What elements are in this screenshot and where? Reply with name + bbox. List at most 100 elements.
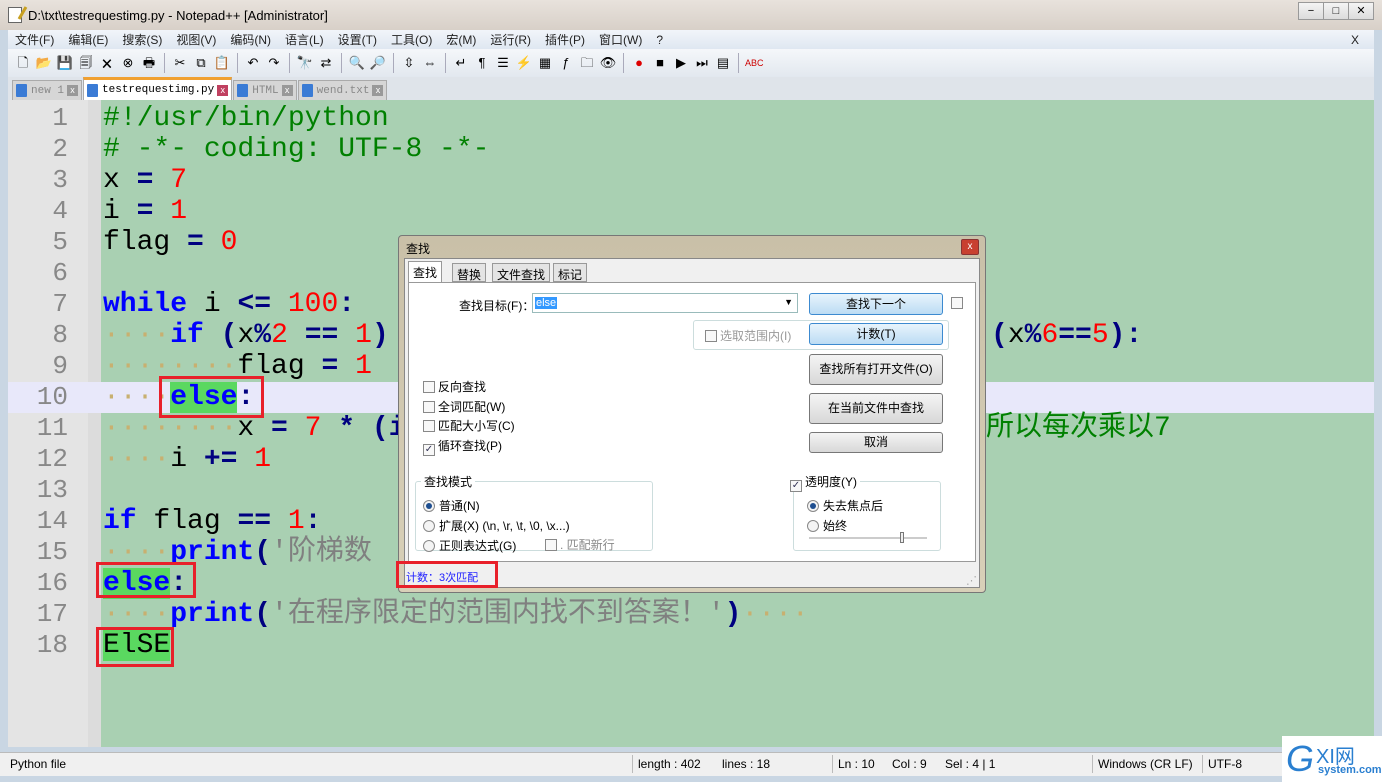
transparency-mode-1[interactable]: 始终 — [807, 517, 847, 534]
menu-item[interactable]: 编辑(E) — [61, 31, 115, 48]
tab-replace[interactable]: 替换 — [452, 263, 487, 282]
option-checkbox[interactable]: ✓ — [423, 443, 435, 456]
tab-close-icon[interactable]: x — [281, 85, 293, 96]
menu-item[interactable]: 窗口(W) — [592, 31, 649, 48]
sync-v-icon[interactable]: ⇳ — [400, 54, 418, 72]
find-next-button[interactable]: 查找下一个 — [809, 293, 943, 315]
search-mode-0[interactable]: 普通(N) — [423, 497, 480, 514]
minimize-button[interactable]: − — [1298, 2, 1324, 20]
tab-find-in-files[interactable]: 文件查找 — [492, 263, 551, 282]
tab-close-icon[interactable]: x — [372, 85, 384, 96]
find-icon[interactable]: 🔭 — [296, 54, 314, 72]
menu-item[interactable]: 插件(P) — [538, 31, 592, 48]
option-1[interactable]: 全词匹配(W) — [423, 398, 505, 415]
redo-icon[interactable]: ↷ — [265, 54, 283, 72]
spellcheck-icon[interactable]: ABC — [745, 54, 764, 72]
find-all-open-files-button[interactable]: 查找所有打开文件(O) — [809, 354, 943, 385]
menu-item[interactable]: 运行(R) — [483, 31, 538, 48]
folder-icon[interactable]: 🗀 — [578, 54, 596, 72]
play-multi-icon[interactable]: ⏭ — [693, 54, 711, 72]
sync-h-icon[interactable]: ⇔ — [421, 54, 439, 72]
word-wrap-icon[interactable]: ↵ — [452, 54, 470, 72]
transparency-radio[interactable] — [807, 500, 819, 512]
transparency-radio[interactable] — [807, 520, 819, 532]
tab-HTML[interactable]: HTML x — [233, 80, 297, 100]
menu-item[interactable]: 工具(O) — [384, 31, 439, 48]
option-2[interactable]: 匹配大小写(C) — [423, 417, 515, 434]
tab-new-1[interactable]: new 1x — [12, 80, 83, 100]
undo-icon[interactable]: ↶ — [244, 54, 262, 72]
mode-radio[interactable] — [423, 500, 435, 512]
option-checkbox[interactable] — [423, 400, 435, 413]
mode-radio[interactable] — [423, 520, 435, 532]
option-3[interactable]: ✓ 循环查找(P) — [423, 437, 502, 456]
transparency-checkbox[interactable]: ✓ — [790, 480, 802, 492]
option-0[interactable]: 反向查找 — [423, 378, 486, 395]
find-all-current-file-button[interactable]: 在当前文件中查找 — [809, 393, 943, 424]
paste-icon[interactable]: 📋 — [213, 54, 231, 72]
slider-thumb[interactable] — [900, 532, 905, 543]
code-line[interactable]: 3 x = 7 — [8, 165, 1374, 196]
copy-icon[interactable]: ⧉ — [192, 54, 210, 72]
close-icon[interactable]: 🗙 — [98, 54, 116, 72]
code-line[interactable]: 1 #!/usr/bin/python — [8, 103, 1374, 134]
cut-icon[interactable]: ✂ — [171, 54, 189, 72]
transparency-mode-0[interactable]: 失去焦点后 — [807, 497, 883, 514]
dialog-close-button[interactable]: x — [961, 239, 979, 255]
count-button[interactable]: 计数(T) — [809, 323, 943, 345]
new-file-icon[interactable]: 🗋 — [14, 54, 32, 72]
zoom-out-icon[interactable]: 🔎 — [369, 54, 387, 72]
search-mode-1[interactable]: 扩展(X) (\n, \r, \t, \0, \x...) — [423, 517, 570, 534]
record-icon[interactable]: ● — [630, 54, 648, 72]
menu-item[interactable]: 宏(M) — [439, 31, 483, 48]
transparency-slider[interactable] — [809, 532, 927, 543]
udl-icon[interactable]: ⚡ — [515, 54, 533, 72]
tab-find[interactable]: 查找 — [408, 261, 443, 282]
doc-map-icon[interactable]: ▦ — [536, 54, 554, 72]
save-icon[interactable]: 💾 — [56, 54, 74, 72]
menu-item[interactable]: 语言(L) — [278, 31, 331, 48]
menu-item[interactable]: 视图(V) — [169, 31, 223, 48]
indent-guide-icon[interactable]: ☰ — [494, 54, 512, 72]
in-selection-checkbox[interactable] — [705, 330, 717, 342]
menu-item[interactable]: 设置(T) — [331, 31, 384, 48]
mode-radio[interactable] — [423, 540, 435, 552]
play-icon[interactable]: ▶ — [672, 54, 690, 72]
code-line[interactable]: 17 ····print('在程序限定的范围内找不到答案！')···· — [8, 599, 1374, 630]
menu-item[interactable]: 文件(F) — [8, 31, 61, 48]
code-line[interactable]: 18 ElSE — [8, 630, 1374, 661]
dot-newline-checkbox[interactable] — [545, 539, 557, 551]
maximize-button[interactable]: □ — [1323, 2, 1349, 20]
close-all-icon[interactable]: ⊗ — [119, 54, 137, 72]
zoom-in-icon[interactable]: 🔍 — [348, 54, 366, 72]
search-mode-2[interactable]: 正则表达式(G) — [423, 537, 516, 554]
code-line[interactable]: 4 i = 1 — [8, 196, 1374, 227]
tab-close-icon[interactable]: x — [217, 84, 229, 96]
option-checkbox[interactable] — [423, 420, 435, 432]
replace-icon[interactable]: ⇄ — [317, 54, 335, 72]
open-icon[interactable]: 📂 — [35, 54, 53, 72]
tab-close-icon[interactable]: x — [67, 85, 79, 96]
monitor-icon[interactable]: 👁 — [599, 54, 617, 72]
code-line[interactable]: 2 # -*- coding: UTF-8 -*- — [8, 134, 1374, 165]
extra-checkbox[interactable] — [951, 297, 963, 309]
save-macro-icon[interactable]: ▤ — [714, 54, 732, 72]
tab-mark[interactable]: 标记 — [553, 263, 588, 282]
tab-wend-txt[interactable]: wend.txt x — [297, 80, 388, 100]
function-list-icon[interactable]: ƒ — [557, 54, 575, 72]
dropdown-arrow-icon[interactable]: ▼ — [784, 297, 793, 307]
close-document-button[interactable]: X — [1344, 33, 1366, 47]
save-all-icon[interactable]: 🗐 — [77, 54, 95, 72]
stop-icon[interactable]: ■ — [651, 54, 669, 72]
menu-item[interactable]: 编码(N) — [223, 31, 278, 48]
cancel-button[interactable]: 取消 — [809, 432, 943, 453]
menu-item[interactable]: 搜索(S) — [115, 31, 169, 48]
option-checkbox[interactable] — [423, 381, 435, 393]
tab-testrequestimg-py[interactable]: testrequestimg.py x — [83, 77, 233, 100]
menu-item[interactable]: ? — [649, 33, 670, 47]
find-target-input[interactable]: else ▼ — [532, 293, 798, 313]
resize-grip-icon[interactable]: ⋰ — [966, 574, 977, 587]
print-icon[interactable]: 🖶 — [140, 54, 158, 72]
show-all-icon[interactable]: ¶ — [473, 54, 491, 72]
close-button[interactable]: ✕ — [1348, 2, 1374, 20]
